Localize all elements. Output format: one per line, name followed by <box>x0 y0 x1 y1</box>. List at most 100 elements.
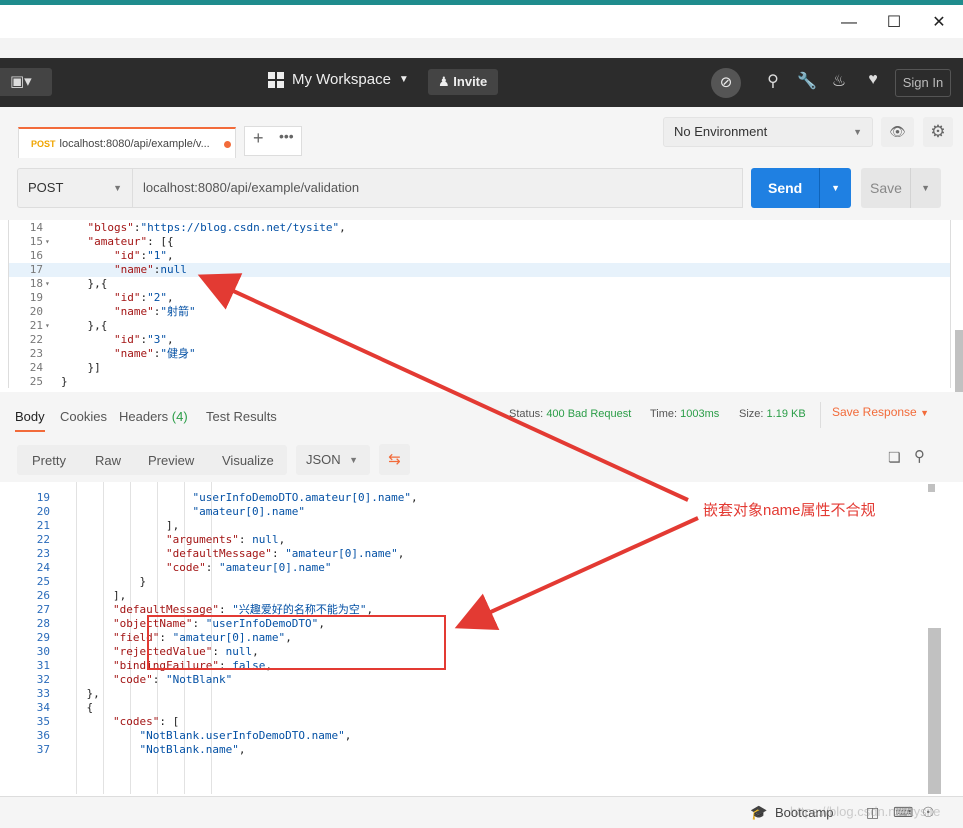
save-response-button[interactable]: Save Response ▼ <box>832 405 929 419</box>
format-select[interactable]: JSON ▼ <box>296 445 370 475</box>
line-number: 23 <box>29 347 43 360</box>
code-text: } <box>60 575 147 588</box>
code-line: 25} <box>9 375 950 388</box>
preview-button[interactable]: Preview <box>148 453 194 468</box>
code-text: "id":"1", <box>113 249 174 262</box>
code-line: 15 ▾ "amateur": [{ <box>9 235 950 249</box>
tab-method: POST <box>31 139 56 149</box>
tab-headers[interactable]: Headers (4) <box>119 409 188 424</box>
heart-icon[interactable]: ♥ <box>862 71 884 89</box>
line-number: 22 <box>36 533 50 546</box>
request-body-editor[interactable]: 14 "blogs":"https://blog.csdn.net/tysite… <box>8 220 951 388</box>
line-number: 23 <box>36 547 50 560</box>
visualize-button[interactable]: Visualize <box>222 453 274 468</box>
code-text: },{ <box>61 277 108 290</box>
line-number: 32 <box>36 673 50 686</box>
line-number: 20 <box>36 505 50 518</box>
send-options-icon[interactable]: ▼ <box>831 168 840 208</box>
code-line: 21 ▾ },{ <box>9 319 950 333</box>
fold-toggle-icon[interactable]: ▾ <box>45 235 50 249</box>
code-text: { <box>60 701 94 714</box>
code-text: } <box>61 375 68 388</box>
line-number: 18 <box>29 277 43 290</box>
new-button[interactable]: ▣▾ <box>0 68 52 96</box>
status-footer: 🎓 Bootcamp ◫ ⌨ ☉ https://blog.csdn.net/t… <box>0 796 963 828</box>
maximize-button[interactable]: ☐ <box>879 11 909 35</box>
code-text: "blogs":"https://blog.csdn.net/tysite", <box>87 221 346 234</box>
response-scrollbar[interactable] <box>928 628 941 794</box>
code-line: 22 "id":"3", <box>9 333 950 347</box>
workspace-grid-icon <box>268 71 284 88</box>
new-icon: ▣▾ <box>10 73 32 90</box>
save-button[interactable]: Save ▼ <box>861 168 941 208</box>
tab-body[interactable]: Body <box>15 409 45 432</box>
menu-bar <box>0 38 963 58</box>
gear-icon[interactable]: ⚙ <box>923 117 953 147</box>
bell-icon[interactable]: ♨ <box>828 71 850 91</box>
time-readout: Time: 1003ms <box>650 408 719 420</box>
close-window-button[interactable]: ✕ <box>924 11 954 35</box>
new-tab-button[interactable]: + <box>253 128 264 149</box>
save-options-icon[interactable]: ▼ <box>921 168 930 208</box>
code-line: 37 "NotBlank.name", <box>8 743 943 757</box>
line-number: 35 <box>36 715 50 728</box>
response-toolbar: Pretty Raw Preview Visualize JSON ▼ ⇆ ❏ … <box>0 437 963 482</box>
line-number: 22 <box>29 333 43 346</box>
code-line: 21 ], <box>8 519 943 533</box>
more-tabs-icon[interactable]: ••• <box>279 128 294 144</box>
unsaved-dot-icon <box>224 141 231 148</box>
copy-icon[interactable]: ❏ <box>888 449 901 466</box>
fold-toggle-icon[interactable]: ▾ <box>45 319 50 333</box>
request-scrollbar[interactable] <box>955 330 963 392</box>
pretty-button[interactable]: Pretty <box>32 453 66 468</box>
tab-actions: + ••• <box>244 126 302 156</box>
response-scroll-up[interactable] <box>928 484 935 492</box>
code-text: "code": "NotBlank" <box>112 673 233 686</box>
code-line: 19 "id":"2", <box>9 291 950 305</box>
invite-button[interactable]: ♟ Invite <box>428 69 498 95</box>
url-input[interactable]: localhost:8080/api/example/validation <box>133 168 743 208</box>
line-number: 27 <box>36 603 50 616</box>
wrench-icon[interactable]: 🔧 <box>796 71 818 91</box>
code-line: 25 } <box>8 575 943 589</box>
size-value: 1.19 KB <box>766 408 806 420</box>
code-line: 23 "name":"健身" <box>9 347 950 361</box>
eye-icon[interactable]: 👁 <box>881 117 914 147</box>
code-line: 16 "id":"1", <box>9 249 950 263</box>
code-text: "NotBlank.userInfoDemoDTO.name", <box>139 729 352 742</box>
tab-cookies[interactable]: Cookies <box>60 409 107 424</box>
code-line: 33 }, <box>8 687 943 701</box>
workspace-switcher[interactable]: My Workspace ▼ <box>268 71 409 88</box>
request-tab[interactable]: POST localhost:8080/api/example/v... <box>18 127 236 158</box>
tab-test-results[interactable]: Test Results <box>206 409 277 424</box>
send-button[interactable]: Send ▼ <box>751 168 851 208</box>
code-text: "amateur[0].name" <box>192 505 306 518</box>
raw-button[interactable]: Raw <box>95 453 121 468</box>
fold-toggle-icon[interactable]: ▾ <box>45 277 50 291</box>
line-number: 20 <box>29 305 43 318</box>
chevron-down-icon: ▼ <box>113 183 122 193</box>
environment-select[interactable]: No Environment ▼ <box>663 117 873 147</box>
line-number: 37 <box>36 743 50 756</box>
chevron-down-icon: ▼ <box>920 408 929 418</box>
sync-off-icon[interactable]: ⊘ <box>711 68 741 98</box>
line-number: 19 <box>36 491 50 504</box>
method-select[interactable]: POST ▼ <box>17 168 133 208</box>
sign-in-button[interactable]: Sign In <box>895 69 951 97</box>
search-icon[interactable]: ⚲ <box>914 447 925 465</box>
line-number: 15 <box>29 235 43 248</box>
code-line: 23 "defaultMessage": "amateur[0].name", <box>8 547 943 561</box>
code-text: }] <box>61 361 101 374</box>
code-line: 34 { <box>8 701 943 715</box>
wrap-lines-icon[interactable]: ⇆ <box>379 444 410 475</box>
line-number: 24 <box>36 561 50 574</box>
code-line: 18 ▾ },{ <box>9 277 950 291</box>
line-number: 19 <box>29 291 43 304</box>
satellite-icon[interactable]: ⚲ <box>762 71 784 91</box>
code-text: "codes": [ <box>112 715 180 728</box>
format-label: JSON <box>306 452 341 467</box>
minimize-button[interactable]: — <box>834 11 864 35</box>
app-header: ▣▾ My Workspace ▼ ♟ Invite ⊘ ⚲ 🔧 ♨ ♥ Sig… <box>0 58 963 107</box>
size-label: Size: <box>739 408 764 420</box>
line-number: 30 <box>36 645 50 658</box>
